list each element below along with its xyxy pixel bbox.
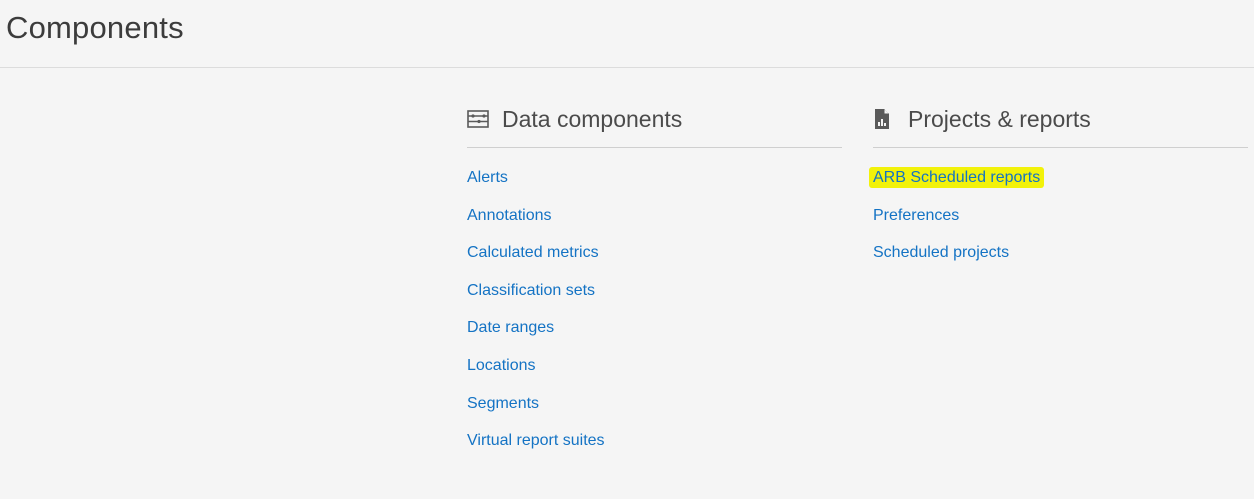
projects-reports-section: Projects & reports ARB Scheduled reports…	[869, 100, 1248, 281]
annotations-link[interactable]: Annotations	[467, 207, 552, 224]
preferences-link[interactable]: Preferences	[873, 207, 959, 224]
list-item: Scheduled projects	[873, 243, 1248, 281]
list-item: Date ranges	[467, 318, 842, 356]
list-item: Alerts	[467, 168, 842, 206]
projects-reports-list: ARB Scheduled reports Preferences Schedu…	[869, 167, 1248, 281]
data-components-title: Data components	[502, 105, 683, 132]
list-item: Segments	[467, 394, 842, 432]
data-components-list: Alerts Annotations Calculated metrics Cl…	[467, 168, 842, 469]
arb-scheduled-reports-link[interactable]: ARB Scheduled reports	[869, 167, 1045, 188]
list-item: Locations	[467, 356, 842, 394]
alerts-link[interactable]: Alerts	[467, 169, 508, 186]
projects-reports-header: Projects & reports	[873, 100, 1248, 148]
list-item: Calculated metrics	[467, 243, 842, 281]
list-item: ARB Scheduled reports	[869, 167, 1248, 206]
list-item: Virtual report suites	[467, 431, 842, 469]
data-components-header: Data components	[467, 100, 842, 148]
locations-link[interactable]: Locations	[467, 357, 536, 374]
data-components-section: Data components Alerts Annotations Calcu…	[467, 100, 842, 469]
calculated-metrics-link[interactable]: Calculated metrics	[467, 244, 599, 261]
classification-sets-link[interactable]: Classification sets	[467, 282, 595, 299]
segments-link[interactable]: Segments	[467, 395, 539, 412]
projects-reports-title: Projects & reports	[908, 105, 1091, 132]
list-item: Preferences	[873, 206, 1248, 244]
list-item: Classification sets	[467, 281, 842, 319]
document-icon	[873, 107, 908, 131]
scheduled-projects-link[interactable]: Scheduled projects	[873, 244, 1009, 261]
page-title: Components	[6, 10, 184, 45]
table-icon	[467, 107, 502, 131]
page-header: Components	[0, 0, 1254, 68]
list-item: Annotations	[467, 206, 842, 244]
virtual-report-suites-link[interactable]: Virtual report suites	[467, 432, 605, 449]
date-ranges-link[interactable]: Date ranges	[467, 319, 554, 336]
